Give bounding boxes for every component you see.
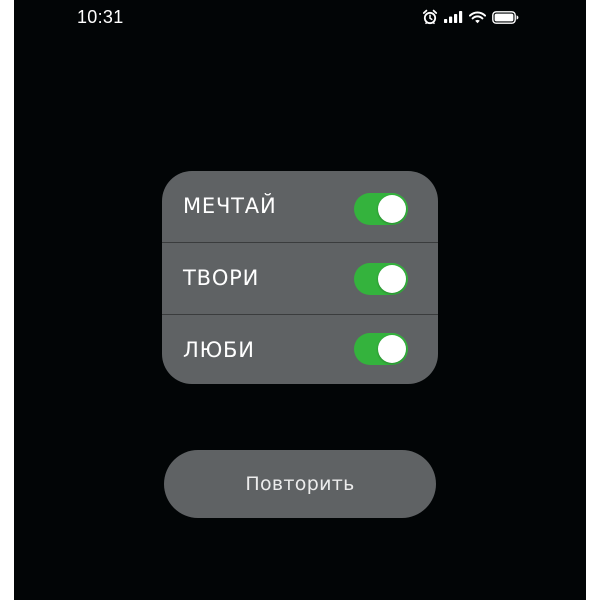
toggle-row-dream: МЕЧТАЙ	[162, 171, 438, 242]
repeat-button[interactable]: Повторить	[164, 450, 436, 518]
toggle-row-create: ТВОРИ	[162, 243, 438, 314]
toggle-switch[interactable]	[354, 333, 408, 365]
phone-screen: 10:31 МЕЧТАЙ ТВОРИ ЛЮБИ Повторить	[14, 0, 586, 600]
battery-icon	[492, 10, 519, 24]
switch-knob	[378, 195, 406, 223]
switch-knob	[378, 335, 406, 363]
toggle-card: МЕЧТАЙ ТВОРИ ЛЮБИ	[162, 171, 438, 384]
toggle-label: ЛЮБИ	[183, 338, 255, 362]
cellular-signal-icon	[444, 11, 463, 23]
status-time: 10:31	[77, 7, 124, 27]
toggle-row-love: ЛЮБИ	[162, 315, 438, 384]
toggle-label: МЕЧТАЙ	[183, 194, 277, 218]
toggle-switch[interactable]	[354, 263, 408, 295]
status-bar: 10:31	[14, 0, 586, 34]
switch-knob	[378, 265, 406, 293]
toggle-label: ТВОРИ	[183, 266, 260, 290]
toggle-switch[interactable]	[354, 193, 408, 225]
wifi-icon	[469, 11, 486, 24]
alarm-icon	[422, 9, 438, 25]
status-icons	[422, 8, 519, 26]
